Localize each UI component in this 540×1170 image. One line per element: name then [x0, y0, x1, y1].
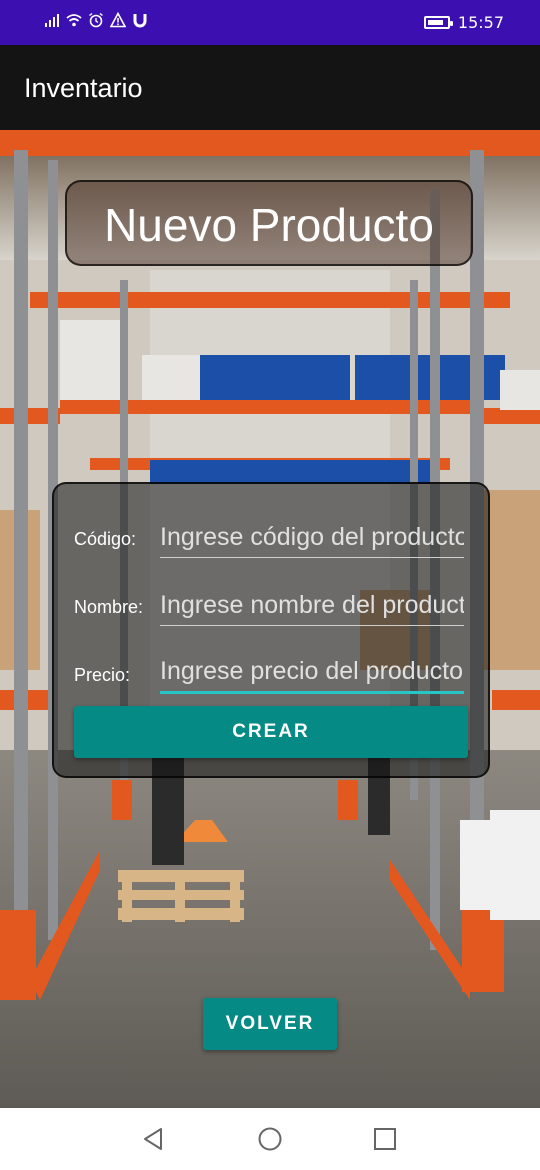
nombre-input[interactable]: [160, 585, 464, 625]
alarm-icon: [89, 12, 103, 28]
home-icon[interactable]: [257, 1126, 283, 1152]
signal-icon: [45, 14, 59, 27]
magnet-icon: [133, 14, 147, 28]
main-content: Nuevo Producto Código: Nombre: Precio: C…: [0, 130, 540, 1108]
back-button[interactable]: VOLVER: [203, 998, 337, 1050]
create-button[interactable]: CREAR: [74, 706, 468, 758]
precio-field-wrapper: [160, 651, 464, 694]
page-heading: Nuevo Producto: [104, 199, 434, 251]
codigo-label: Código:: [74, 529, 137, 549]
precio-input[interactable]: [160, 651, 464, 691]
wifi-icon: [66, 14, 82, 27]
warning-icon: [110, 12, 126, 28]
back-icon[interactable]: [141, 1126, 167, 1152]
precio-label: Precio:: [74, 665, 131, 685]
nombre-row: Nombre:: [74, 576, 464, 626]
battery-icon: [423, 16, 453, 29]
product-form: Código: Nombre: Precio: CREAR: [52, 482, 490, 778]
recents-icon[interactable]: [372, 1126, 398, 1152]
codigo-input[interactable]: [160, 517, 464, 557]
clock: 15:57: [457, 13, 504, 32]
app-bar: Inventario: [0, 45, 540, 130]
nombre-label: Nombre:: [74, 597, 144, 617]
status-right: 15:57: [423, 13, 504, 32]
app-title: Inventario: [24, 73, 143, 103]
nombre-field-wrapper: [160, 585, 464, 626]
codigo-field-wrapper: [160, 517, 464, 558]
precio-row: Precio:: [74, 644, 464, 694]
status-icons: [44, 12, 148, 28]
page-heading-box: Nuevo Producto: [65, 180, 473, 266]
system-nav-bar: [0, 1108, 540, 1170]
status-bar: 15:57: [0, 0, 540, 45]
codigo-row: Código:: [74, 508, 464, 558]
